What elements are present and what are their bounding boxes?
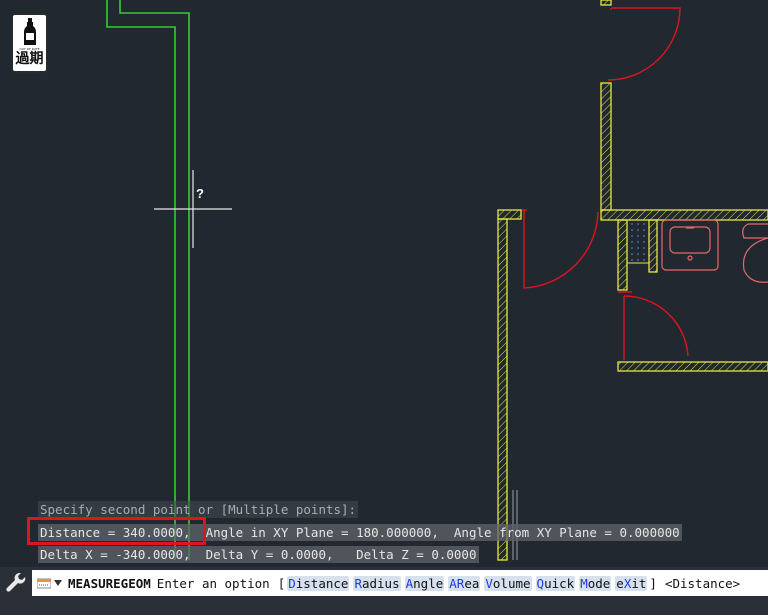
walls[interactable] <box>497 0 768 561</box>
option-radius[interactable]: Radius <box>353 575 401 591</box>
history-line-delta: Delta X = -340.0000, Delta Y = 0.0000, D… <box>38 546 479 563</box>
toilet-fixture[interactable] <box>742 223 768 283</box>
logo-big-text: 過期 <box>15 51 44 67</box>
default-option: <Distance> <box>664 575 741 591</box>
history-line-prompt: Specify second point or [Multiple points… <box>38 501 359 518</box>
option-exit[interactable]: eXit <box>615 575 648 591</box>
bottle-icon <box>23 18 36 45</box>
option-area[interactable]: ARea <box>448 575 481 591</box>
open-bracket: [ <box>277 575 286 591</box>
bottom-strip <box>0 597 768 615</box>
option-quick[interactable]: Quick <box>535 575 576 591</box>
recent-commands-icon[interactable] <box>37 577 51 589</box>
command-line[interactable]: MEASUREGEOM Enter an option [ Distance R… <box>32 570 768 596</box>
option-distance[interactable]: Distance <box>287 575 350 591</box>
crosshair-cursor <box>154 170 232 248</box>
chevron-down-icon[interactable] <box>54 580 62 586</box>
expired-logo: OUT OF DATE 過期 <box>11 13 48 73</box>
option-volume[interactable]: Volume <box>484 575 532 591</box>
command-prompt: Enter an option <box>156 575 270 591</box>
distance-highlight-box <box>27 517 206 545</box>
green-polyline[interactable] <box>106 0 190 560</box>
cursor-tooltip: ? <box>196 186 204 201</box>
sink-fixture[interactable] <box>661 219 719 271</box>
option-mode[interactable]: Mode <box>579 575 612 591</box>
shower-hatch[interactable] <box>626 219 650 264</box>
command-name: MEASUREGEOM <box>68 575 151 591</box>
wrench-icon[interactable] <box>4 571 26 593</box>
option-angle[interactable]: Angle <box>404 575 445 591</box>
autocad-viewport[interactable]: OUT OF DATE 過期 ? Specify second point or… <box>0 0 768 615</box>
close-bracket: ] <box>649 575 657 591</box>
